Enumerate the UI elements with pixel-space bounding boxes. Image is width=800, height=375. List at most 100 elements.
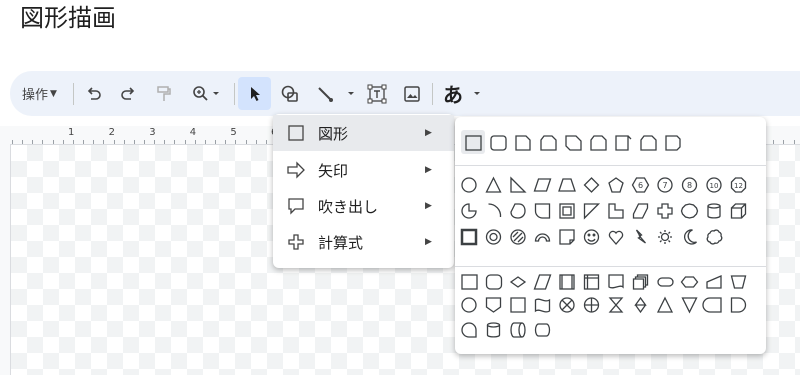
shape-option[interactable]: 10: [706, 177, 722, 193]
callout-shape-icon: [288, 198, 304, 215]
shape-option[interactable]: [608, 274, 624, 289]
shape-option[interactable]: 12: [730, 177, 747, 193]
shape-option[interactable]: [707, 203, 721, 219]
shape-option[interactable]: [485, 297, 502, 313]
shape-option[interactable]: [608, 177, 624, 193]
shape-option[interactable]: [583, 274, 600, 290]
shape-option[interactable]: [540, 135, 557, 151]
shape-option[interactable]: [515, 135, 531, 151]
shape-option[interactable]: [486, 322, 501, 338]
shape-option[interactable]: 8: [681, 177, 698, 193]
ruler-tick: [123, 140, 125, 144]
shape-option[interactable]: [534, 323, 551, 337]
shape-option[interactable]: [509, 276, 527, 288]
paint-format-icon[interactable]: [152, 71, 176, 116]
ruler-tick: [255, 140, 257, 144]
shape-option[interactable]: [634, 296, 647, 314]
shape-option[interactable]: [657, 203, 673, 219]
shape-option[interactable]: [608, 203, 624, 219]
shape-option[interactable]: [635, 229, 646, 244]
shape-option[interactable]: [559, 203, 575, 219]
shape-option[interactable]: [632, 274, 649, 290]
shape-option[interactable]: [706, 229, 723, 245]
shape-option[interactable]: [590, 135, 607, 151]
shape-option[interactable]: [533, 274, 552, 290]
shape-icon[interactable]: [278, 71, 302, 116]
submenu-arrow-icon: ▶: [425, 237, 432, 247]
shape-option[interactable]: [488, 203, 502, 218]
shape-option[interactable]: [461, 177, 477, 193]
shape-option[interactable]: [485, 176, 502, 193]
textbox-icon[interactable]: [365, 71, 389, 116]
shape-option[interactable]: [558, 178, 576, 192]
shape-option[interactable]: [702, 297, 722, 313]
text-tool-menu[interactable]: あ: [442, 71, 488, 116]
shape-option[interactable]: [730, 275, 747, 289]
zoom-icon[interactable]: [188, 71, 226, 116]
shape-option[interactable]: [615, 135, 632, 151]
shape-option[interactable]: [534, 233, 551, 242]
redo-icon[interactable]: [116, 71, 140, 116]
shape-option[interactable]: [632, 203, 649, 219]
shape-option[interactable]: 6: [631, 177, 650, 193]
menu-item-callouts[interactable]: 吹き出し ▶: [273, 188, 454, 224]
shape-option[interactable]: [465, 135, 482, 151]
shape-option[interactable]: [461, 203, 477, 219]
shape-option[interactable]: [681, 297, 698, 314]
ruler-number: 2: [108, 127, 115, 138]
shape-option[interactable]: [559, 297, 575, 313]
shape-option[interactable]: 7: [657, 177, 673, 193]
shape-option[interactable]: [730, 297, 747, 313]
shape-option[interactable]: [559, 274, 575, 290]
shape-option[interactable]: [658, 230, 672, 244]
menu-item-equations[interactable]: 計算式 ▶: [273, 224, 454, 260]
shape-option[interactable]: [510, 322, 526, 338]
undo-icon[interactable]: [82, 71, 106, 116]
shape-option[interactable]: [533, 178, 552, 192]
line-icon[interactable]: [314, 71, 360, 116]
shape-option[interactable]: [490, 135, 507, 151]
shape-option[interactable]: [608, 297, 624, 313]
ruler-tick: [72, 140, 74, 144]
shape-option[interactable]: [461, 274, 478, 290]
shape-option[interactable]: [665, 135, 681, 151]
ruler-tick: [133, 140, 135, 144]
shape-option[interactable]: [461, 297, 477, 313]
shape-option[interactable]: [485, 229, 502, 245]
shape-option[interactable]: [461, 322, 477, 338]
menu-item-arrows[interactable]: 矢印 ▶: [273, 152, 454, 188]
shape-option[interactable]: [608, 230, 624, 245]
shape-option[interactable]: [534, 298, 551, 313]
actions-label: 操作: [22, 88, 49, 103]
shape-option[interactable]: [510, 229, 526, 245]
shape-option[interactable]: [657, 277, 674, 287]
shape-option[interactable]: [706, 275, 722, 289]
shape-option[interactable]: [510, 297, 526, 313]
shape-option[interactable]: [565, 135, 582, 151]
image-icon[interactable]: [400, 71, 424, 116]
shape-option[interactable]: [485, 274, 503, 290]
shape-option[interactable]: [583, 203, 601, 220]
shape-option[interactable]: [680, 203, 699, 219]
shape-option[interactable]: [583, 177, 600, 193]
menu-item-shapes[interactable]: 図形 ▶: [273, 115, 454, 151]
shape-option[interactable]: [510, 176, 527, 193]
shape-option[interactable]: [460, 228, 478, 246]
shape-option[interactable]: [583, 297, 600, 313]
shape-option[interactable]: [559, 229, 575, 245]
shape-option[interactable]: [730, 203, 747, 219]
shape-type-menu: 図形 ▶ 矢印 ▶ 吹き出し ▶ 計算式 ▶: [273, 114, 454, 268]
ruler-tick: [773, 140, 775, 144]
actions-menu[interactable]: 操作 ▼: [22, 71, 57, 116]
shape-option[interactable]: [640, 135, 657, 151]
shape-option[interactable]: [680, 276, 699, 288]
shape-option[interactable]: [510, 203, 526, 219]
ruler-tick: [52, 140, 54, 144]
ruler-tick: [164, 140, 166, 144]
shape-option[interactable]: [656, 296, 674, 313]
shape-option[interactable]: [583, 229, 600, 245]
shape-option[interactable]: [534, 203, 551, 219]
ruler-tick: [204, 140, 206, 144]
shape-option[interactable]: [684, 229, 697, 245]
select-icon[interactable]: [243, 71, 267, 116]
